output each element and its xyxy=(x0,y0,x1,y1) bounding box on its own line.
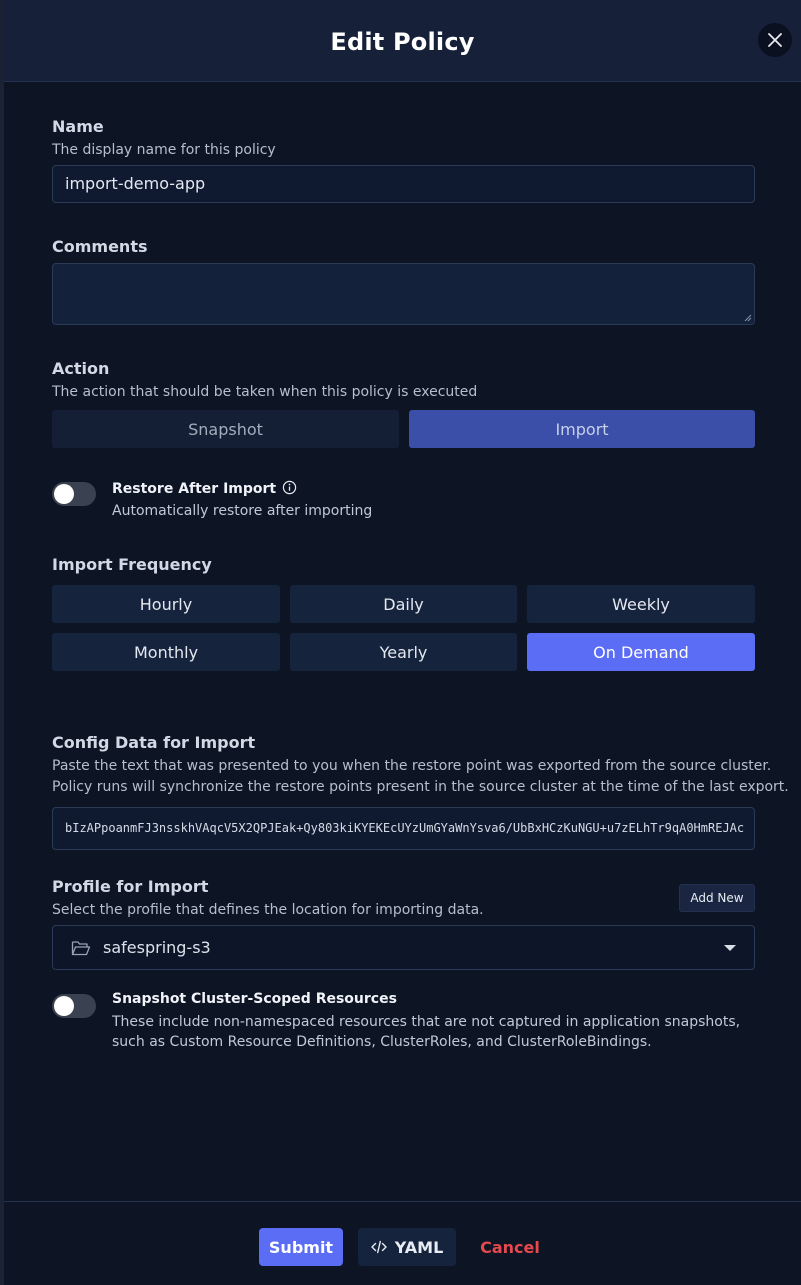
restore-after-import-description: Automatically restore after importing xyxy=(112,503,373,519)
cluster-scoped-description: These include non-namespaced resources t… xyxy=(112,1014,741,1050)
action-option-import[interactable]: Import xyxy=(409,410,755,448)
code-icon xyxy=(371,1240,387,1254)
name-label: Name xyxy=(52,117,104,136)
profile-help: Select the profile that defines the loca… xyxy=(52,902,484,918)
add-new-profile-button[interactable]: Add New xyxy=(679,884,755,912)
action-help: The action that should be taken when thi… xyxy=(52,384,478,400)
config-data-input[interactable]: bIzAPpoanmFJ3nsskhVAqcV5X2QPJEak+Qy803ki… xyxy=(52,807,755,850)
modal-header: Edit Policy xyxy=(4,0,801,82)
action-label: Action xyxy=(52,359,110,378)
cluster-scoped-title: Snapshot Cluster-Scoped Resources xyxy=(112,991,397,1007)
frequency-monthly[interactable]: Monthly xyxy=(52,633,280,671)
chevron-down-icon xyxy=(724,945,736,951)
profile-select-value: safespring-s3 xyxy=(103,938,211,957)
resize-grip-icon[interactable] xyxy=(744,314,752,322)
submit-button[interactable]: Submit xyxy=(259,1228,343,1266)
frequency-hourly[interactable]: Hourly xyxy=(52,585,280,623)
toggle-knob xyxy=(54,484,74,504)
frequency-yearly[interactable]: Yearly xyxy=(290,633,517,671)
restore-after-import-toggle[interactable] xyxy=(52,482,96,506)
close-icon xyxy=(768,33,782,47)
profile-label: Profile for Import xyxy=(52,877,209,896)
modal-title: Edit Policy xyxy=(330,28,475,56)
folder-open-icon xyxy=(71,940,91,955)
yaml-button[interactable]: YAML xyxy=(358,1228,456,1266)
comments-textarea[interactable] xyxy=(52,263,755,325)
comments-label: Comments xyxy=(52,237,148,256)
cancel-button[interactable]: Cancel xyxy=(470,1228,550,1266)
modal-footer: Submit YAML Cancel xyxy=(4,1201,801,1285)
edit-policy-modal: Edit Policy Name The display name for th… xyxy=(4,0,801,1285)
profile-select[interactable]: safespring-s3 xyxy=(52,925,755,970)
restore-after-import-title-text: Restore After Import xyxy=(112,481,277,497)
restore-after-import-title: Restore After Import xyxy=(112,480,297,497)
action-option-snapshot[interactable]: Snapshot xyxy=(52,410,399,448)
config-data-help-line1: Paste the text that was presented to you… xyxy=(52,758,772,774)
import-frequency-label: Import Frequency xyxy=(52,555,212,574)
frequency-daily[interactable]: Daily xyxy=(290,585,517,623)
frequency-on-demand[interactable]: On Demand xyxy=(527,633,755,671)
cluster-scoped-toggle[interactable] xyxy=(52,994,96,1018)
name-help: The display name for this policy xyxy=(52,142,276,158)
frequency-weekly[interactable]: Weekly xyxy=(527,585,755,623)
name-input[interactable]: import-demo-app xyxy=(52,165,755,203)
close-button[interactable] xyxy=(758,23,792,57)
config-data-label: Config Data for Import xyxy=(52,733,256,752)
toggle-knob xyxy=(54,996,74,1016)
config-data-help-line2: Policy runs will synchronize the restore… xyxy=(52,779,789,795)
info-icon[interactable] xyxy=(282,480,297,495)
yaml-button-label: YAML xyxy=(394,1237,444,1257)
